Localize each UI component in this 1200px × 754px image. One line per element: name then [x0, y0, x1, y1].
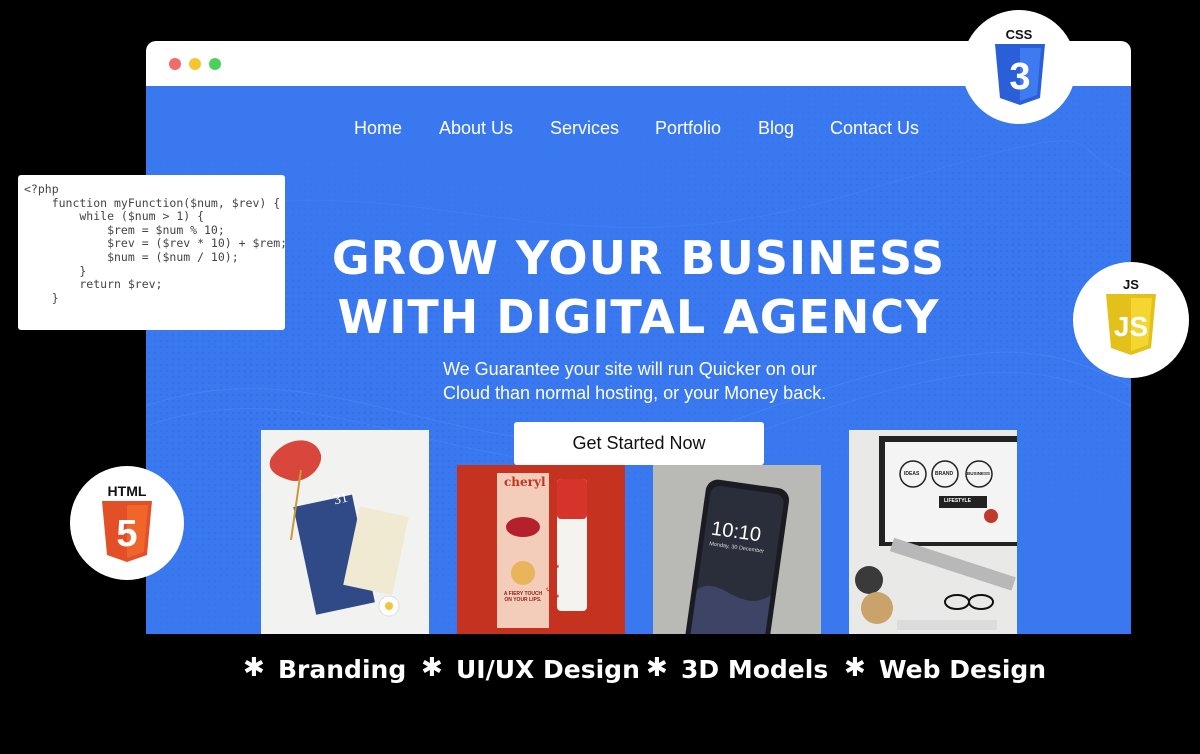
tag-web-design: Web Design	[879, 655, 1047, 684]
main-nav: Home About Us Services Portfolio Blog Co…	[146, 118, 1131, 142]
html5-shield-glyph: 5	[116, 513, 137, 555]
maximize-window-dot[interactable]	[209, 58, 221, 70]
code-line: $rem = $num % 10;	[24, 222, 225, 237]
designer-desk-image	[849, 430, 1017, 634]
portfolio-card-phone[interactable]: 10:10 Monday, 30 December	[653, 465, 821, 634]
code-line: while ($num > 1) {	[24, 209, 205, 224]
css-badge: CSS 3	[962, 10, 1076, 124]
code-line: $rev = ($rev * 10) + $rem;	[24, 236, 288, 251]
asterisk-icon: ✱	[844, 653, 866, 683]
nav-item-blog[interactable]: Blog	[758, 118, 794, 139]
code-line: <?php	[24, 182, 59, 196]
css-label: CSS	[1005, 27, 1033, 42]
code-line: function myFunction($num, $rev) {	[24, 195, 281, 210]
html-badge: HTML 5	[70, 466, 184, 580]
calendar-number: 31	[332, 490, 350, 509]
website-hero: Home About Us Services Portfolio Blog Co…	[146, 86, 1131, 634]
screen-logo-2: BRAND	[935, 471, 954, 477]
nav-item-home[interactable]: Home	[354, 118, 402, 139]
code-line: return $rev;	[24, 277, 163, 292]
portfolio-card-lipstick[interactable]: cheryl cheryl A FIERY TOUCH ON YOUR LIPS…	[457, 465, 625, 634]
css3-shield-icon: 3	[995, 44, 1045, 105]
code-line: $num = ($num / 10);	[24, 249, 239, 264]
tag-ui-ux-design: UI/UX Design	[456, 655, 640, 684]
stationery-image	[261, 430, 429, 634]
nav-item-about-us[interactable]: About Us	[439, 118, 513, 139]
js-shield-icon: JS	[1106, 294, 1156, 355]
get-started-button[interactable]: Get Started Now	[514, 422, 764, 465]
asterisk-icon: ✱	[421, 653, 443, 683]
html-label: HTML	[107, 483, 147, 499]
nav-item-contact-us[interactable]: Contact Us	[830, 118, 919, 139]
box-tagline: A FIERY TOUCH ON YOUR LIPS.	[503, 591, 543, 603]
service-tags: ✱ Branding ✱ UI/UX Design ✱ 3D Models ✱ …	[0, 653, 1200, 691]
asterisk-icon: ✱	[646, 653, 668, 683]
tag-branding: Branding	[278, 655, 407, 684]
css3-shield-glyph: 3	[1009, 56, 1030, 98]
js-shield-glyph: JS	[1114, 311, 1148, 342]
asterisk-icon: ✱	[243, 653, 265, 683]
screen-logo-4: LIFESTYLE	[944, 498, 971, 504]
brand-name: cheryl	[504, 475, 546, 489]
minimize-window-dot[interactable]	[189, 58, 201, 70]
hero-title-line1: GROW YOUR BUSINESS	[331, 231, 946, 285]
screen-logo-1: IDEAS	[904, 471, 920, 477]
portfolio-card-stationery[interactable]: 31	[261, 430, 429, 634]
screen-logo-3: BUSINESS	[967, 471, 991, 476]
code-line: }	[24, 263, 87, 278]
tag-3d-models: 3D Models	[681, 655, 829, 684]
php-code-snippet: <?php function myFunction($num, $rev) { …	[18, 175, 288, 330]
hero-title-line2: WITH DIGITAL AGENCY	[337, 290, 940, 344]
portfolio-card-desk[interactable]: IDEAS BRAND BUSINESS LIFESTYLE	[849, 430, 1017, 634]
close-window-dot[interactable]	[169, 58, 181, 70]
code-line: }	[24, 290, 59, 305]
browser-window: Home About Us Services Portfolio Blog Co…	[146, 41, 1131, 634]
js-label: JS	[1123, 277, 1139, 292]
nav-item-portfolio[interactable]: Portfolio	[655, 118, 721, 139]
nav-item-services[interactable]: Services	[550, 118, 619, 139]
html5-shield-icon: 5	[102, 501, 152, 562]
hero-subtitle: We Guarantee your site will run Quicker …	[443, 359, 827, 403]
lipstick-packaging-image	[457, 465, 625, 634]
js-badge: JS JS	[1073, 262, 1189, 378]
brand-name-tube: cheryl	[546, 557, 560, 599]
